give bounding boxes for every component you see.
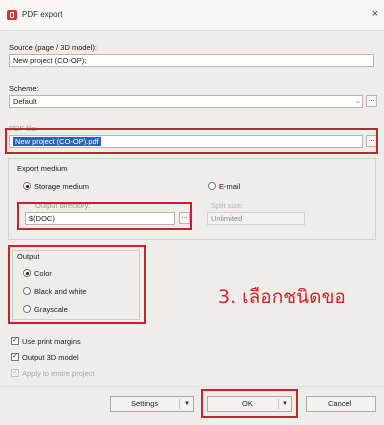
output-label: Output	[17, 252, 40, 261]
grayscale-radio[interactable]	[23, 305, 31, 313]
source-label: Source (page / 3D model):	[9, 43, 97, 52]
caret-down-icon[interactable]: ▼	[184, 397, 190, 411]
cancel-button-label: Cancel	[328, 399, 352, 408]
apply-to-entire-project-checkbox: ✓	[11, 369, 19, 377]
pdf-file-value: New project (CO-OP).pdf	[13, 137, 101, 146]
output-directory-browse-button[interactable]: ...	[179, 212, 190, 224]
pdf-file-input[interactable]: New project (CO-OP).pdf	[9, 135, 363, 148]
email-radio[interactable]	[208, 182, 216, 190]
chevron-down-icon: ⌄	[355, 98, 361, 105]
output-3d-model-label: Output 3D model	[22, 353, 79, 362]
black-and-white-label: Black and white	[34, 287, 87, 296]
source-field[interactable]: New project (CO-OP);	[9, 54, 374, 67]
export-medium-label: Export medium	[17, 164, 68, 173]
settings-button-label: Settings	[131, 399, 159, 408]
cancel-button[interactable]: Cancel	[306, 396, 376, 412]
app-icon	[7, 10, 17, 20]
pdf-file-label: PDF file:	[9, 124, 38, 133]
scheme-label: Scheme:	[9, 84, 39, 93]
output-3d-model-checkbox[interactable]: ✓	[11, 353, 19, 361]
use-print-margins-label: Use print margins	[22, 337, 81, 346]
ok-button-label: OK	[242, 399, 253, 408]
color-radio[interactable]	[23, 269, 31, 277]
window-title: PDF export	[22, 10, 63, 19]
grayscale-label: Grayscale	[34, 305, 68, 314]
annotation-text: 3. เลือกชนิดขอ	[218, 286, 346, 308]
storage-medium-radio[interactable]	[23, 182, 31, 190]
pdf-export-dialog: PDF export × Source (page / 3D model): N…	[0, 0, 384, 425]
split-size-field: Unlimited	[207, 212, 305, 225]
pdf-file-browse-button[interactable]: ...	[366, 135, 377, 147]
apply-to-entire-project-label: Apply to entire project	[22, 369, 95, 378]
storage-medium-label: Storage medium	[34, 182, 90, 191]
scheme-select[interactable]: Default	[9, 95, 363, 108]
email-label: E-mail	[219, 182, 241, 191]
caret-down-icon[interactable]: ▼	[282, 397, 288, 411]
settings-button[interactable]: Settings ▼	[110, 396, 194, 412]
output-directory-input[interactable]: $(DOC)	[25, 212, 175, 225]
use-print-margins-checkbox[interactable]: ✓	[11, 337, 19, 345]
title-bar: PDF export ×	[0, 0, 384, 31]
output-directory-label: Output directory:	[35, 201, 91, 210]
settings-split-divider	[179, 399, 180, 409]
ok-button[interactable]: OK ▼	[207, 396, 292, 412]
ok-split-divider	[278, 399, 279, 409]
split-size-label: Split size:	[211, 201, 244, 210]
black-and-white-radio[interactable]	[23, 287, 31, 295]
color-label: Color	[34, 269, 52, 278]
close-icon[interactable]: ×	[368, 6, 382, 22]
footer-divider	[0, 386, 384, 387]
scheme-browse-button[interactable]: ...	[366, 95, 377, 107]
